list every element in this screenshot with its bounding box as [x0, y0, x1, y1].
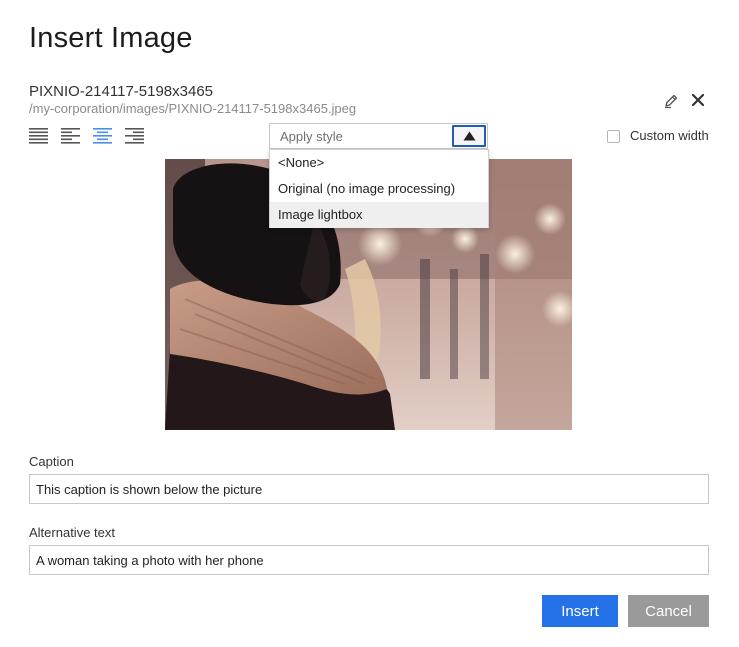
- align-justify-button[interactable]: [29, 127, 48, 144]
- align-center-button[interactable]: [93, 127, 112, 144]
- style-dropdown-menu: <None> Original (no image processing) Im…: [269, 149, 489, 228]
- file-path: /my-corporation/images/PIXNIO-214117-519…: [29, 101, 357, 116]
- alt-text-label: Alternative text: [29, 525, 115, 540]
- align-left-button[interactable]: [61, 127, 80, 144]
- cancel-button[interactable]: Cancel: [628, 595, 709, 627]
- apply-style-placeholder: Apply style: [280, 129, 343, 144]
- custom-width-checkbox[interactable]: [607, 130, 620, 143]
- align-justify-icon: [29, 128, 48, 144]
- insert-image-dialog: Insert Image PIXNIO-214117-5198x3465 /my…: [0, 0, 739, 647]
- align-right-button[interactable]: [125, 127, 144, 144]
- style-option-none[interactable]: <None>: [270, 150, 488, 176]
- custom-width-label[interactable]: Custom width: [630, 128, 709, 143]
- style-option-lightbox[interactable]: Image lightbox: [270, 202, 488, 228]
- triangle-up-icon: [463, 131, 476, 141]
- caption-input[interactable]: [29, 474, 709, 504]
- align-right-icon: [125, 128, 144, 144]
- pencil-icon: [665, 94, 678, 109]
- dialog-title: Insert Image: [29, 22, 193, 54]
- align-left-icon: [61, 128, 80, 144]
- file-name: PIXNIO-214117-5198x3465: [29, 83, 214, 100]
- remove-image-button[interactable]: [689, 91, 707, 109]
- close-icon: [691, 93, 705, 107]
- align-center-icon: [93, 128, 112, 144]
- style-option-original[interactable]: Original (no image processing): [270, 176, 488, 202]
- edit-image-button[interactable]: [662, 92, 680, 110]
- style-dropdown-toggle[interactable]: [452, 125, 486, 147]
- alt-text-input[interactable]: [29, 545, 709, 575]
- insert-button[interactable]: Insert: [542, 595, 618, 627]
- apply-style-select[interactable]: Apply style: [269, 123, 488, 149]
- caption-label: Caption: [29, 454, 74, 469]
